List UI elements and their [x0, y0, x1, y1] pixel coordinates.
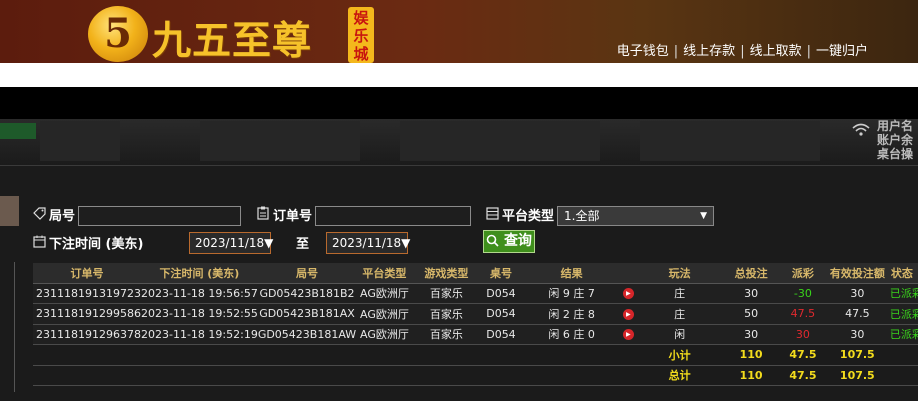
table-row: 231118191299586 2023-11-18 19:52:55 GD05…: [33, 303, 918, 325]
tag-icon: [33, 207, 47, 224]
order-no-label: 订单号: [257, 205, 312, 224]
nav-e-wallet[interactable]: 电子钱包: [617, 44, 669, 59]
chevron-down-icon: ▼: [264, 236, 274, 250]
col-valid: 有效投注额: [827, 263, 887, 284]
play-video-icon[interactable]: ▶: [622, 329, 634, 341]
white-band: [0, 63, 918, 87]
col-result: 结果: [521, 263, 622, 284]
play-video-icon[interactable]: ▶: [622, 308, 634, 320]
left-tab[interactable]: [0, 196, 19, 226]
col-platform: 平台类型: [356, 263, 413, 284]
bet-records-table: 订单号 下注时间 (美东) 局号 平台类型 游戏类型 桌号 结果 玩法 总投注 …: [33, 263, 918, 386]
platform-select[interactable]: 1.全部 ▼: [557, 206, 714, 226]
chevron-down-icon: ▼: [700, 211, 707, 221]
col-play: 玩法: [635, 263, 725, 284]
order-no-input[interactable]: [315, 206, 471, 226]
round-label: 局号: [33, 205, 75, 224]
table-row: 231118191319723 2023-11-18 19:56:57 GD05…: [33, 283, 918, 304]
col-time: 下注时间 (美东): [140, 263, 258, 284]
play-video-icon[interactable]: ▶: [622, 288, 634, 300]
nav-online-withdraw[interactable]: 线上取款: [750, 44, 802, 59]
col-order: 订单号: [33, 263, 141, 284]
top-nav: 电子钱包 | 线上存款 | 线上取款 | 一键归户: [616, 44, 868, 59]
total-row: 总计 110 47.5 107.5: [33, 365, 918, 386]
side-panel-balance: 账户余: [877, 133, 914, 147]
col-table: 桌号: [480, 263, 522, 284]
chevron-down-icon: ▼: [401, 236, 411, 250]
table-row: 231118191296378 2023-11-18 19:52:19 GD05…: [33, 324, 918, 345]
col-game: 游戏类型: [412, 263, 481, 284]
platform-label: 平台类型: [486, 205, 554, 224]
bet-time-label: 下注时间 (美东): [33, 233, 143, 252]
date-from-picker[interactable]: 2023/11/18▼: [189, 232, 274, 254]
site-header: 5 九五至尊 娱乐城 电子钱包 | 线上存款 | 线上取款 | 一键归户: [0, 0, 918, 64]
table-header: 订单号 下注时间 (美东) 局号 平台类型 游戏类型 桌号 结果 玩法 总投注 …: [33, 263, 918, 284]
round-input[interactable]: [78, 206, 241, 226]
col-bet: 总投注: [724, 263, 779, 284]
clipboard-icon: [257, 206, 271, 224]
to-label: 至: [296, 237, 310, 252]
banner-green-tag: [0, 123, 36, 139]
col-status: 状态: [886, 263, 918, 284]
left-divider: [14, 262, 15, 392]
game-banner: 用户名 账户余 桌台操: [0, 119, 918, 165]
col-payout: 派彩: [778, 263, 828, 284]
side-panel: 用户名 账户余 桌台操: [877, 119, 913, 161]
col-video: [621, 263, 636, 284]
date-to-picker[interactable]: 2023/11/18▼: [326, 232, 411, 254]
calendar-icon: [33, 235, 47, 252]
list-icon: [486, 207, 500, 224]
col-round: 局号: [257, 263, 357, 284]
search-icon: [486, 233, 504, 249]
wifi-icon: [852, 123, 870, 141]
side-panel-table: 桌台操: [877, 147, 914, 161]
page: 5 九五至尊 娱乐城 电子钱包 | 线上存款 | 线上取款 | 一键归户 用户名 账户余 桌…: [0, 0, 918, 401]
search-button[interactable]: 查询: [483, 230, 535, 253]
side-panel-username: 用户名: [877, 119, 914, 133]
brand-name: 九五至尊: [152, 18, 313, 64]
black-band: [0, 87, 918, 119]
nav-one-click-return[interactable]: 一键归户: [816, 44, 868, 59]
nav-online-deposit[interactable]: 线上存款: [683, 44, 735, 59]
subtotal-row: 小计 110 47.5 107.5: [33, 344, 918, 366]
brand-badge: 娱乐城: [348, 7, 374, 63]
logo-icon: 5: [88, 6, 148, 62]
